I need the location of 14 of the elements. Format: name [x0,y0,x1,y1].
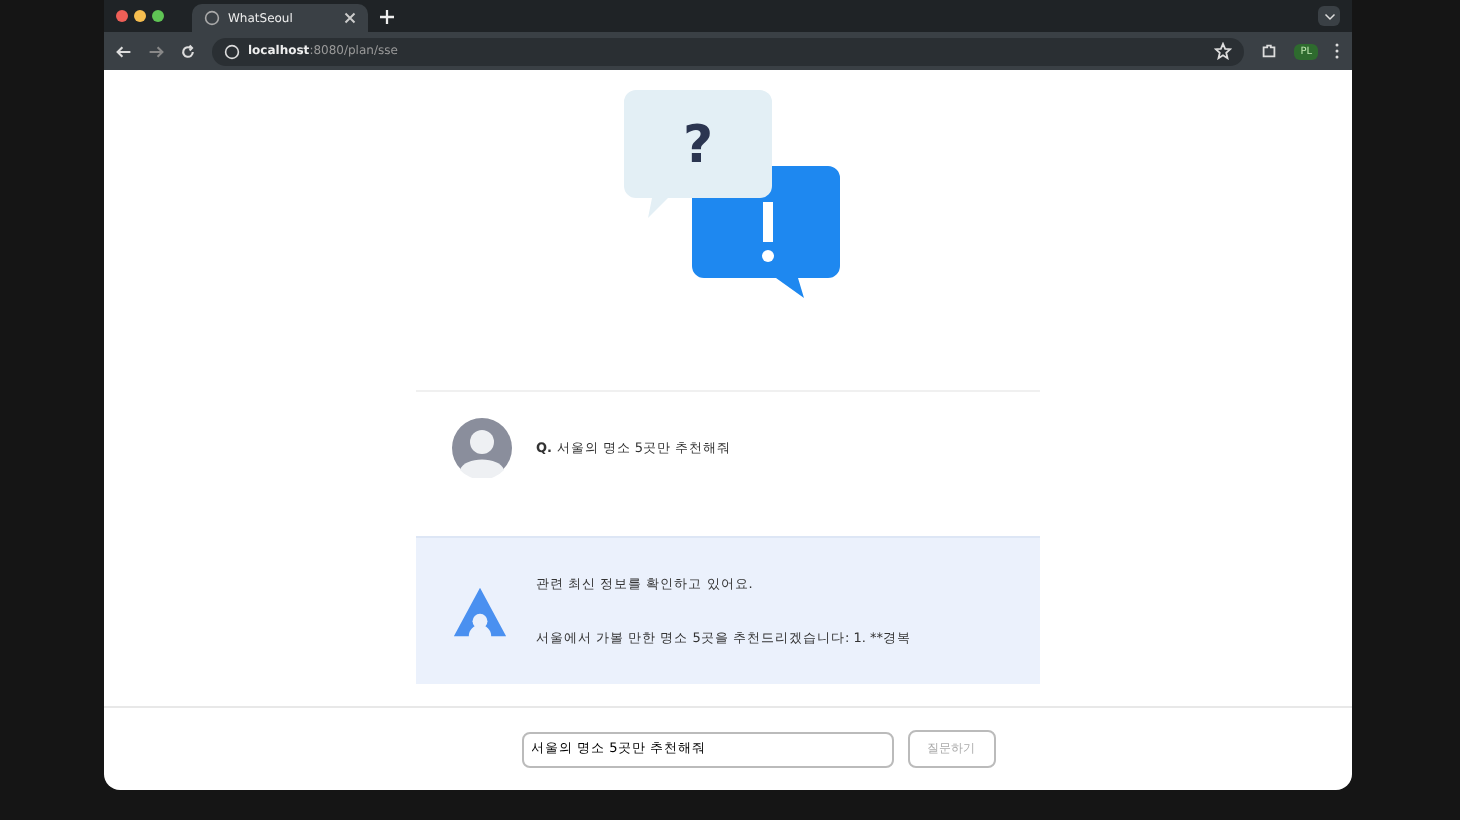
logo-icon [452,583,508,639]
puzzle-icon[interactable] [1260,42,1279,60]
close-icon[interactable] [344,12,356,24]
chat-bubbles-drawing: ? [608,86,848,306]
tab-menu-icon[interactable] [1318,6,1340,26]
forward-icon[interactable] [148,43,164,59]
globe-icon [204,10,220,26]
reload-icon[interactable] [180,43,196,59]
avatar-icon [452,418,512,478]
new-tab-icon[interactable] [380,9,394,23]
more-icon[interactable] [1334,42,1340,60]
site-info-icon [224,43,240,59]
back-icon[interactable] [116,43,132,59]
star-icon[interactable] [1214,42,1233,60]
